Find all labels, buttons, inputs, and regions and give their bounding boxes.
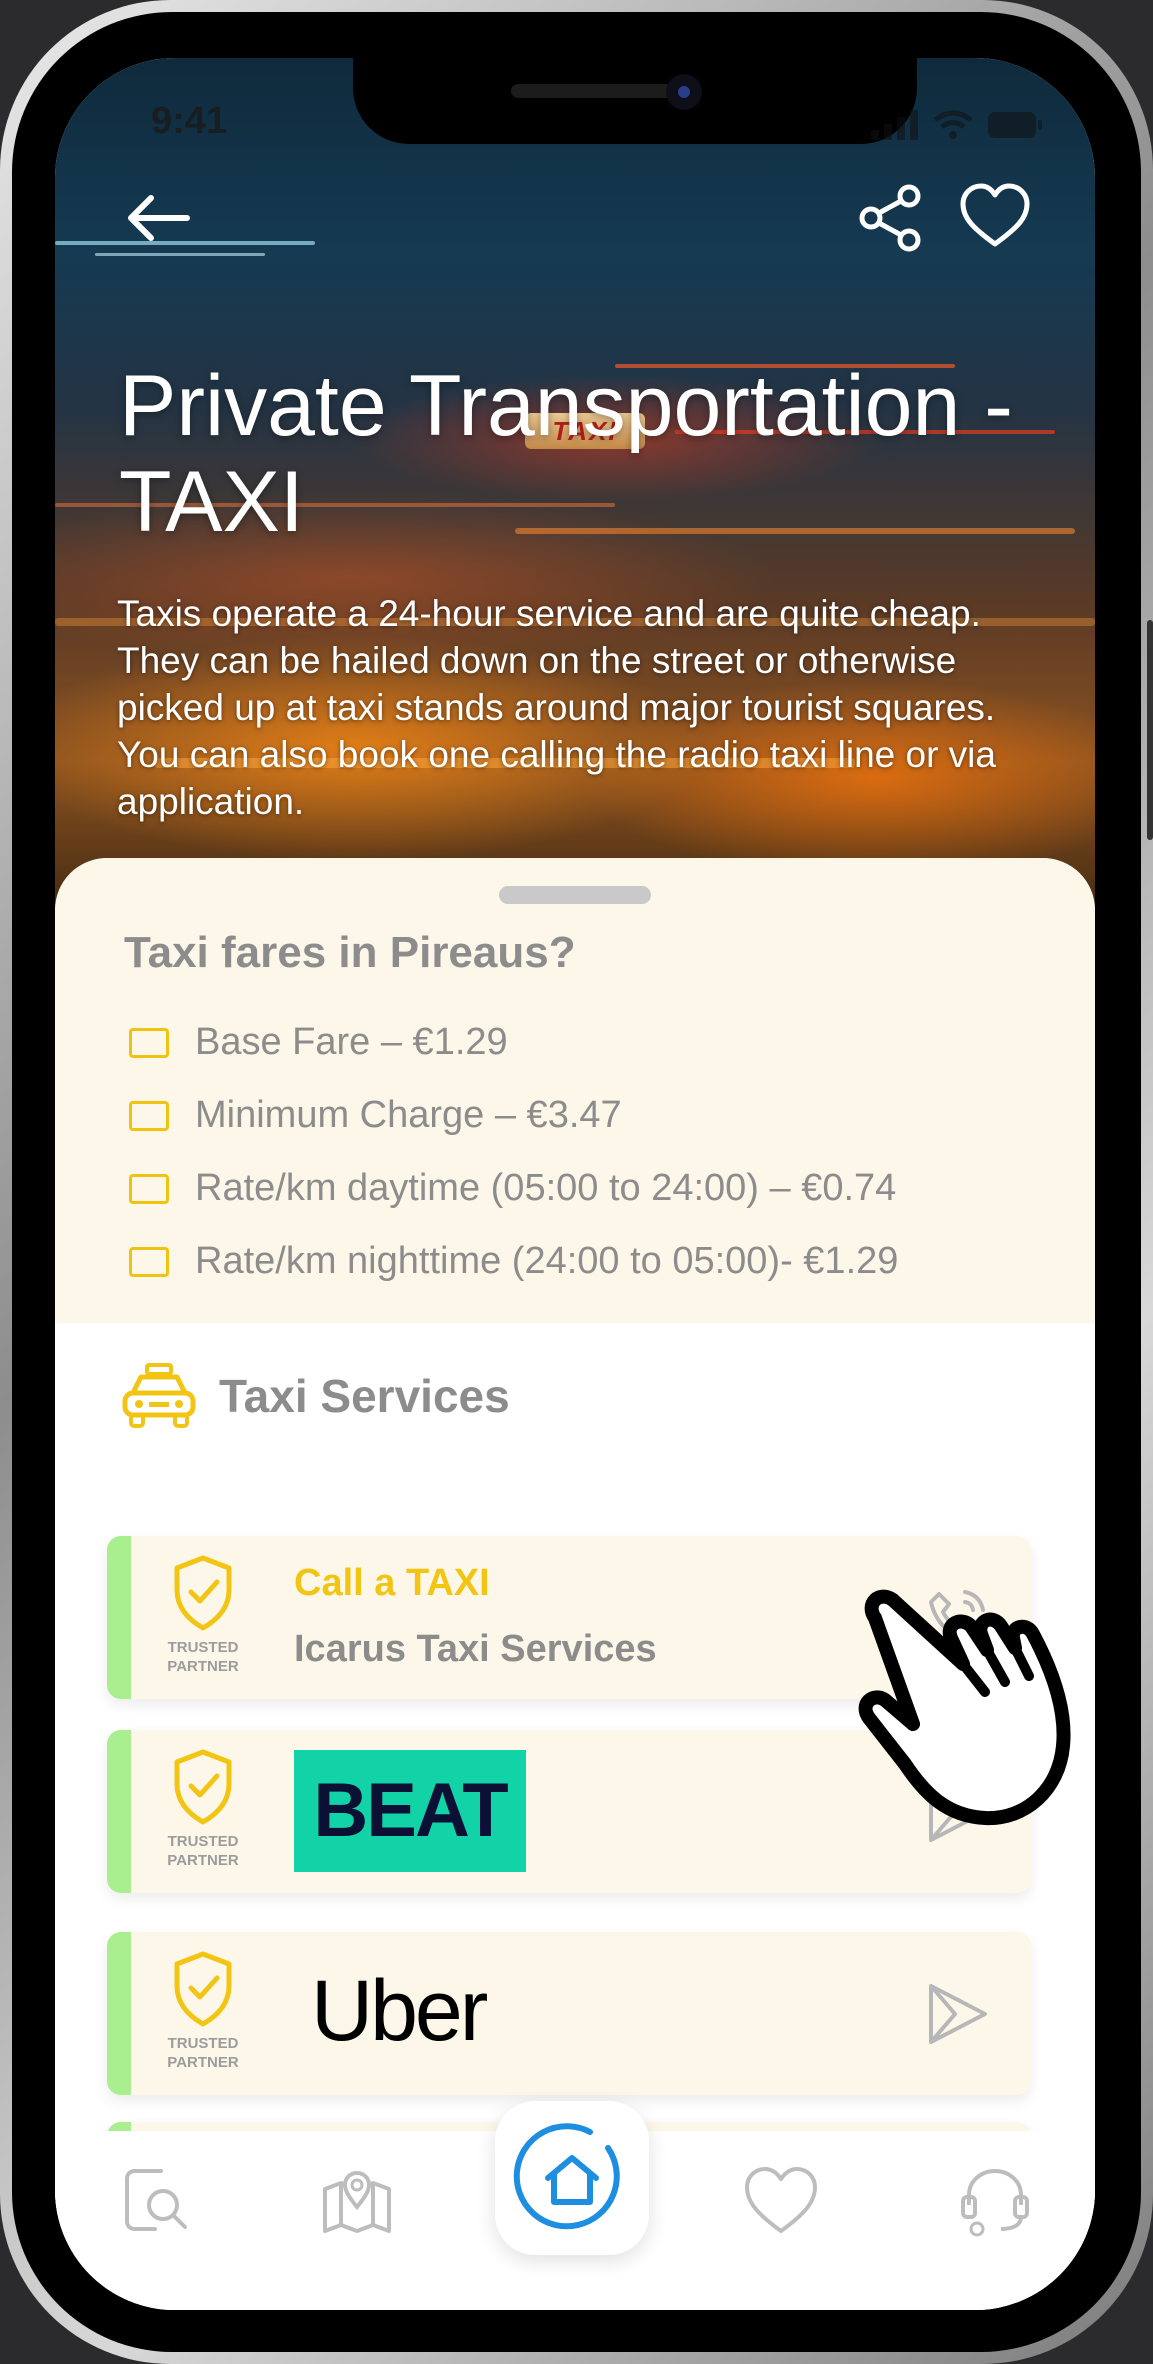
- fares-panel: Taxi fares in Pireaus? Base Fare – €1.29…: [55, 858, 1095, 1323]
- page-title: Private Transportation - TAXI: [119, 358, 1013, 550]
- services-title: Taxi Services: [219, 1370, 510, 1422]
- services-header: Taxi Services: [121, 1363, 510, 1429]
- sheet-drag-handle[interactable]: [499, 886, 651, 904]
- fare-bullet-icon: [129, 1027, 169, 1058]
- trusted-label: PARTNER: [167, 1852, 239, 1869]
- status-time: 9:41: [151, 100, 228, 142]
- home-button[interactable]: [495, 2101, 649, 2255]
- beat-logo: BEAT: [294, 1750, 526, 1872]
- trusted-bar: [107, 1730, 131, 1893]
- shield-check-icon: [174, 1749, 232, 1825]
- service-card-uber[interactable]: TRUSTED PARTNER Uber: [107, 1932, 1031, 2095]
- fare-bullet-icon: [129, 1246, 169, 1277]
- fare-item: Rate/km daytime (05:00 to 24:00) – €0.74: [129, 1152, 898, 1225]
- trusted-label: TRUSTED: [167, 1833, 239, 1850]
- fare-label: Base Fare – €1.29: [195, 1021, 508, 1063]
- trusted-label: TRUSTED: [167, 1639, 239, 1656]
- bottom-nav: [55, 2101, 1095, 2310]
- fare-bullet-icon: [129, 1173, 169, 1204]
- heart-icon[interactable]: [959, 180, 1031, 252]
- fare-label: Minimum Charge – €3.47: [195, 1094, 622, 1136]
- home-icon: [513, 2123, 620, 2230]
- front-camera: [666, 74, 702, 110]
- fare-label: Rate/km daytime (05:00 to 24:00) – €0.74: [195, 1167, 897, 1209]
- notch: [353, 58, 917, 144]
- trusted-bar: [107, 1536, 131, 1699]
- trusted-partner-badge: TRUSTED PARTNER: [163, 1950, 243, 2071]
- trusted-partner-badge: TRUSTED PARTNER: [163, 1554, 243, 1675]
- signal-icon: [871, 110, 918, 140]
- battery-icon: [988, 112, 1042, 138]
- send-icon[interactable]: [917, 1974, 997, 2054]
- fare-list: Base Fare – €1.29 Minimum Charge – €3.47…: [129, 1006, 898, 1298]
- fares-title: Taxi fares in Pireaus?: [124, 928, 576, 977]
- trusted-bar: [107, 1932, 131, 2095]
- heart-icon[interactable]: [741, 2161, 821, 2241]
- map-icon[interactable]: [317, 2161, 397, 2241]
- card-title: Call a TAXI: [294, 1562, 490, 1604]
- fare-item: Minimum Charge – €3.47: [129, 1079, 898, 1152]
- speaker: [511, 84, 681, 98]
- hand-pointer-icon: [858, 1589, 1071, 1826]
- uber-logo: Uber: [311, 1963, 488, 2059]
- fare-item: Rate/km nighttime (24:00 to 05:00)- €1.2…: [129, 1225, 898, 1298]
- wifi-icon: [933, 110, 973, 139]
- screen: TAXI 9:41 Private Transportation - TAXI …: [55, 58, 1095, 2310]
- hero-photo: TAXI 9:41 Private Transportation - TAXI …: [55, 58, 1095, 938]
- shield-check-icon: [174, 1951, 232, 2027]
- trusted-label: PARTNER: [167, 2054, 239, 2071]
- support-icon[interactable]: [955, 2161, 1035, 2241]
- fare-label: Rate/km nighttime (24:00 to 05:00)- €1.2…: [195, 1240, 899, 1282]
- trusted-label: PARTNER: [167, 1658, 239, 1675]
- trusted-partner-badge: TRUSTED PARTNER: [163, 1748, 243, 1869]
- fare-bullet-icon: [129, 1100, 169, 1131]
- trusted-label: TRUSTED: [167, 2035, 239, 2052]
- phone-side-button: [1147, 620, 1153, 840]
- status-icons: [871, 110, 1043, 140]
- shield-check-icon: [174, 1555, 232, 1631]
- card-subtitle: Icarus Taxi Services: [294, 1628, 657, 1670]
- fare-item: Base Fare – €1.29: [129, 1006, 898, 1079]
- taxi-car-icon: [122, 1363, 196, 1428]
- search-icon[interactable]: [117, 2161, 197, 2241]
- page-description: Taxis operate a 24-hour service and are …: [117, 593, 996, 822]
- back-arrow-icon[interactable]: [119, 178, 199, 258]
- share-icon[interactable]: [855, 182, 927, 254]
